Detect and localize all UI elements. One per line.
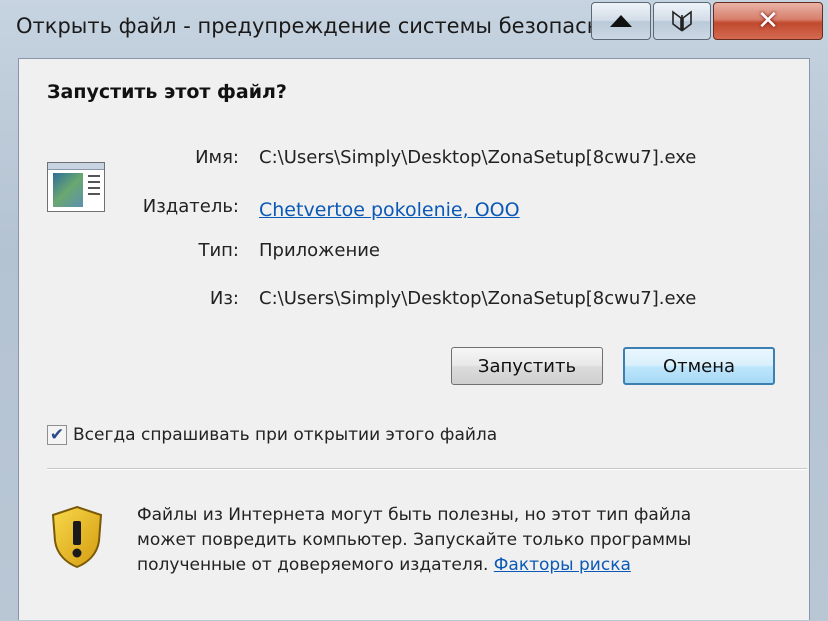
publisher-link[interactable]: Chetvertoe pokolenie, OOO	[259, 199, 520, 221]
type-label: Тип:	[198, 240, 239, 261]
run-button-label: Запустить	[477, 355, 577, 377]
run-button[interactable]: Запустить	[451, 347, 603, 385]
warning-line-3-text: полученные от доверяемого издателя.	[137, 555, 489, 575]
name-label: Имя:	[195, 147, 239, 168]
window-title: Открыть файл - предупреждение системы бе…	[16, 14, 596, 38]
warning-line-1: Файлы из Интернета могут быть полезны, н…	[137, 505, 692, 525]
publisher-label: Издатель:	[142, 196, 239, 217]
security-warning-window: Открыть файл - предупреждение системы бе…	[0, 0, 828, 620]
warning-line-3: полученные от доверяемого издателя. Факт…	[137, 553, 787, 578]
always-ask-label[interactable]: Всегда спрашивать при открытии этого фай…	[73, 425, 497, 445]
checkmark-icon: ✔	[49, 424, 65, 445]
restore-icon	[672, 10, 692, 32]
type-value: Приложение	[259, 240, 381, 261]
risk-factors-link[interactable]: Факторы риска	[494, 555, 631, 575]
warning-line-2: может повредить компьютер. Запускайте то…	[137, 530, 692, 550]
from-label: Из:	[209, 288, 239, 309]
dialog-question: Запустить этот файл?	[47, 81, 287, 103]
close-button[interactable]: ✕	[713, 2, 823, 40]
dialog-body: Запустить этот файл? Имя: C:\Users\Simpl…	[18, 58, 810, 620]
close-icon: ✕	[757, 6, 779, 36]
cancel-button-label: Отмена	[662, 355, 736, 377]
cancel-button[interactable]: Отмена	[623, 347, 775, 385]
from-value: C:\Users\Simply\Desktop\ZonaSetup[8cwu7]…	[259, 288, 697, 309]
warning-section: Файлы из Интернета могут быть полезны, н…	[19, 471, 811, 621]
warning-text: Файлы из Интернета могут быть полезны, н…	[137, 503, 787, 578]
title-bar[interactable]: Открыть файл - предупреждение системы бе…	[0, 0, 828, 58]
security-shield-icon	[51, 505, 103, 569]
always-ask-checkbox[interactable]: ✔	[47, 425, 67, 445]
name-value: C:\Users\Simply\Desktop\ZonaSetup[8cwu7]…	[259, 147, 697, 168]
restore-button[interactable]	[653, 2, 711, 40]
minimize-button[interactable]	[591, 2, 651, 40]
always-ask-row: ✔ Всегда спрашивать при открытии этого ф…	[47, 425, 497, 445]
triangle-up-icon	[610, 15, 632, 27]
divider	[47, 468, 807, 470]
